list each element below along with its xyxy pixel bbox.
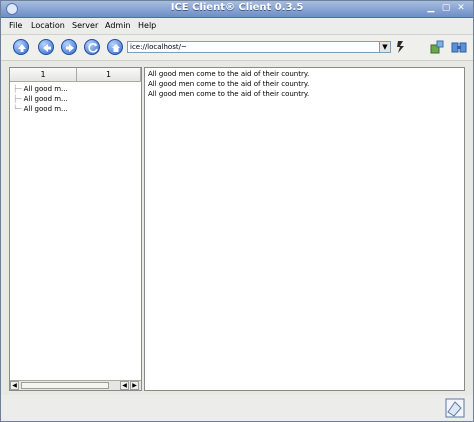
content-line: All good men come to the aid of their co… — [148, 90, 310, 98]
horizontal-scrollbar[interactable]: ◀ ◀ ▶ — [10, 380, 141, 390]
home-icon[interactable] — [107, 39, 123, 55]
scroll-right-button[interactable]: ▶ — [130, 381, 139, 390]
menu-location[interactable]: Location — [31, 21, 65, 30]
menu-file[interactable]: File — [9, 21, 22, 30]
tree-item-label: All good m... — [23, 95, 68, 103]
status-icon[interactable] — [445, 398, 465, 418]
plugin-icon[interactable] — [429, 39, 445, 55]
scroll-left-button[interactable]: ◀ — [10, 381, 19, 390]
up-arrow-icon[interactable] — [13, 39, 29, 55]
scroll-left-button-2[interactable]: ◀ — [120, 381, 129, 390]
tools-icon[interactable] — [451, 39, 467, 55]
tree-panel: 1 1 ├─ All good m... ├─ All good m... └─… — [9, 67, 142, 391]
content-line: All good men come to the aid of their co… — [148, 80, 310, 88]
maximize-button[interactable]: ▢ — [440, 3, 452, 14]
url-input[interactable]: ice://localhost/~ — [127, 41, 389, 53]
go-icon[interactable] — [395, 40, 407, 54]
tree-item[interactable]: ├─ All good m... — [13, 95, 68, 103]
menu-help[interactable]: Help — [138, 21, 156, 30]
minimize-button[interactable]: ▁ — [425, 3, 437, 14]
tree-item-label: All good m... — [23, 105, 68, 113]
column-header-2[interactable]: 1 — [77, 68, 141, 82]
refresh-icon[interactable] — [84, 39, 100, 55]
back-arrow-icon[interactable] — [38, 39, 54, 55]
scroll-thumb[interactable] — [21, 382, 109, 389]
url-dropdown-button[interactable]: ▼ — [379, 41, 391, 53]
content-panel[interactable]: All good men come to the aid of their co… — [144, 67, 465, 391]
column-header-1[interactable]: 1 — [10, 68, 77, 82]
tree-item[interactable]: ├─ All good m... — [13, 85, 68, 93]
title-bar[interactable]: ICE Client® Client 0.3.5 ▁ ▢ ✕ — [1, 1, 473, 18]
status-bar — [1, 395, 473, 421]
window-title: ICE Client® Client 0.3.5 — [170, 2, 304, 13]
menu-bar: File Location Server Admin Help — [1, 18, 473, 35]
content-line: All good men come to the aid of their co… — [148, 70, 310, 78]
app-window: ICE Client® Client 0.3.5 ▁ ▢ ✕ File Loca… — [0, 0, 474, 422]
tree-item[interactable]: └─ All good m... — [13, 105, 68, 113]
menu-server[interactable]: Server — [72, 21, 98, 30]
forward-arrow-icon[interactable] — [61, 39, 77, 55]
close-button[interactable]: ✕ — [455, 3, 467, 14]
menu-admin[interactable]: Admin — [105, 21, 131, 30]
toolbar: ice://localhost/~ ▼ — [1, 35, 473, 61]
tree-item-label: All good m... — [23, 85, 68, 93]
